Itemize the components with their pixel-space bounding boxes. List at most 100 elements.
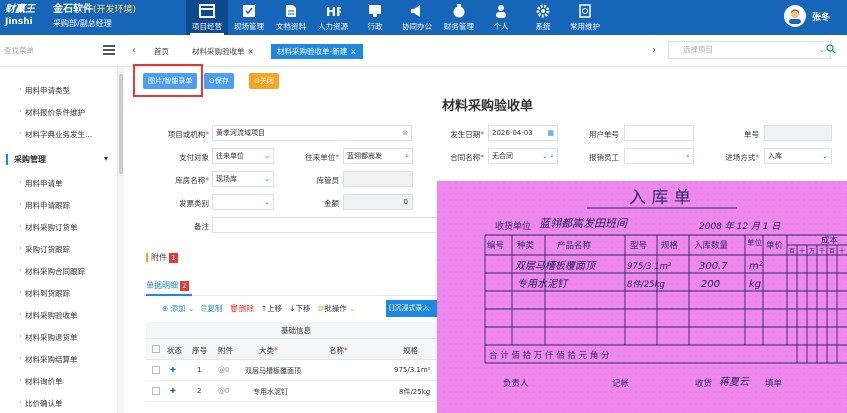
receipt-money-col: 百 <box>829 248 835 255</box>
sidebar-item[interactable]: 材料到货跟踪 <box>19 288 70 299</box>
calendar-icon[interactable]: ▦ <box>547 126 554 140</box>
tab-receipt-new[interactable]: 材料采购验收单-新建 × <box>271 44 363 59</box>
receipt-header-cell: 单位 <box>747 237 762 247</box>
add-button[interactable]: ⊕ 添加 ⌄ <box>162 303 194 314</box>
add-row-icon[interactable]: ✚ <box>170 366 176 374</box>
remark-field[interactable] <box>212 217 442 233</box>
nav-item-label: 项目经营 <box>192 22 222 31</box>
action-label: 删除 <box>238 304 254 313</box>
row-spec[interactable]: 8件/25kg <box>399 387 430 397</box>
sidebar-item[interactable]: 采购订货跟踪 <box>19 244 70 255</box>
sidebar-item[interactable]: 用料申请跟踪 <box>19 200 70 211</box>
date-value: 2026-04-03 <box>492 129 533 137</box>
sidebar-item[interactable]: 材料字典业务发生... <box>19 129 92 140</box>
avatar[interactable] <box>784 5 806 27</box>
user-name[interactable]: 张冬 <box>812 10 830 23</box>
sidebar-group-purchase[interactable]: 采购管理 ▾ <box>6 154 112 165</box>
close-icon[interactable]: × <box>350 47 356 56</box>
entry-label: 进场方式* <box>725 153 759 162</box>
pay-target-select[interactable]: 往来单位 ⌄ <box>212 148 274 164</box>
warehouse-select[interactable]: 现场库 ⌄ <box>212 171 274 187</box>
nav-item-field[interactable]: 现场管理 <box>228 0 270 35</box>
entry-select[interactable]: 入库 ⌄ <box>764 148 832 164</box>
project-select-placeholder: 选择项目 <box>683 45 713 54</box>
sidebar-item[interactable]: 材料采购合同跟踪 <box>19 266 85 277</box>
receipt-row-qty: 200 <box>701 279 720 290</box>
bookmark-search-icon <box>576 3 594 19</box>
table-row[interactable]: ✚ 2 @0 专用水泥钉 8件/25kg <box>146 381 446 402</box>
sidebar-item[interactable]: 材料询价单 <box>19 376 62 387</box>
menu-search-input[interactable]: 查找菜单 <box>4 45 34 56</box>
search-icon[interactable]: ⌕ <box>405 149 409 163</box>
nav-item-person[interactable]: 个人 <box>480 0 522 35</box>
nav-item-megaphone[interactable]: 协同办公 <box>396 0 438 35</box>
action-label: 下移 <box>295 304 311 313</box>
nav-item-admin[interactable]: 行政 <box>354 0 396 35</box>
search-icon[interactable]: ⌕ <box>686 149 690 163</box>
receipt-receiver-value: 蒋夏云 <box>719 376 750 388</box>
copy-button[interactable]: ⎘复制 <box>201 303 222 314</box>
move-up-button[interactable]: ↑上移 <box>261 303 282 314</box>
attachment-section[interactable]: 附件 1 <box>146 252 178 263</box>
receipt-title: 入 库 单 <box>629 188 691 208</box>
sidebar-item[interactable]: 用料申请类型 <box>19 85 70 96</box>
nav-item-gear[interactable]: 系统 <box>522 0 564 35</box>
pay-target-value: 往来单位 <box>216 152 244 160</box>
chevron-left-icon[interactable]: ‹ <box>132 45 136 56</box>
close-button[interactable]: ⊙关闭 <box>249 73 279 89</box>
hr-icon: HR <box>324 3 342 19</box>
chevron-down-icon[interactable]: ⌄ ⌕ <box>542 149 554 163</box>
row-spec[interactable]: 975/3.1m² <box>394 366 430 374</box>
chevron-down-icon: ⌄ <box>264 152 270 160</box>
sidebar-item[interactable]: 材料报价条件维护 <box>19 107 85 118</box>
row-category[interactable]: 专用水泥钉 <box>253 387 288 397</box>
search-icon[interactable] <box>826 44 836 56</box>
clear-icon[interactable]: ⊗ <box>402 126 408 140</box>
save-button[interactable]: ⊙保存 <box>204 73 234 89</box>
sidebar-item[interactable]: 比价确认单 <box>19 398 62 409</box>
invoice-label: 发票类别 <box>179 199 209 208</box>
batch-button[interactable]: ⚙批操作 ⌄ <box>317 303 355 314</box>
partner-field[interactable]: 蓝翎都嵩发 ⌕ <box>343 148 413 164</box>
chevron-down-icon: ⌄ <box>822 152 828 160</box>
delete-button[interactable]: 🗑删除 <box>229 303 254 314</box>
sidebar-item[interactable]: 材料采购退货单 <box>19 332 77 343</box>
nav-item-bookmark-search[interactable]: 常用维护 <box>564 0 606 35</box>
row-checkbox[interactable] <box>152 366 160 374</box>
contract-field[interactable]: 无合同 ⌄ ⌕ <box>488 148 558 164</box>
hamburger-icon[interactable] <box>103 45 115 57</box>
row-attach[interactable]: @0 <box>218 387 229 395</box>
project-field[interactable]: 黄孝河流域项目⊗● <box>212 125 412 141</box>
tab-home[interactable]: 首页 <box>148 44 175 59</box>
sidebar-item[interactable]: 材料采购结算单 <box>19 354 77 365</box>
table-header: 状态 序号 附件 大类* 名称* 规格 <box>146 339 446 360</box>
date-label: 发生日期* <box>450 130 484 139</box>
sidebar-item[interactable]: 材料采购订货单 <box>19 222 77 233</box>
sidebar-item[interactable]: 材料采购验收单 <box>19 310 77 321</box>
add-row-icon[interactable]: ✚ <box>170 387 176 395</box>
row-checkbox[interactable] <box>152 387 160 395</box>
project-select[interactable]: 选择项目 ⌄ <box>668 41 831 59</box>
user-no-field[interactable] <box>624 125 694 141</box>
company-name: 金石软件 <box>53 4 93 15</box>
date-field[interactable]: 2026-04-03 ▦ <box>488 125 558 141</box>
nav-item-money-bag[interactable]: 财务管理 <box>438 0 480 35</box>
receipt-money-col: 十 <box>839 247 845 255</box>
tab-detail[interactable]: 单据明细 2 <box>146 280 189 291</box>
invoice-select[interactable]: ⌄ <box>212 194 274 210</box>
close-icon[interactable]: × <box>248 47 254 56</box>
handler-field[interactable]: ⌕ <box>624 148 694 164</box>
nav-item-document[interactable]: 文档资料 <box>270 0 312 35</box>
select-all-checkbox[interactable] <box>152 345 160 353</box>
nav-item-project[interactable]: 项目经营 <box>186 0 228 35</box>
move-down-button[interactable]: ↓下移 <box>289 303 310 314</box>
tab-receipt-list[interactable]: 材料采购验收单 × <box>186 44 260 59</box>
row-category[interactable]: 双层马槽板覆面顶 <box>245 366 301 376</box>
nav-item-hr[interactable]: HR 人力资源 <box>312 0 354 35</box>
chevron-right-icon[interactable]: › <box>652 45 656 56</box>
user-menu[interactable]: 张冬 <box>784 5 830 27</box>
table-row[interactable]: ✚ 1 @0 双层马槽板覆面顶 975/3.1m² <box>146 360 446 381</box>
nav-item-label: 协同办公 <box>402 22 432 31</box>
sidebar-item[interactable]: 用料申请单 <box>19 178 62 189</box>
row-attach[interactable]: @0 <box>218 366 229 374</box>
